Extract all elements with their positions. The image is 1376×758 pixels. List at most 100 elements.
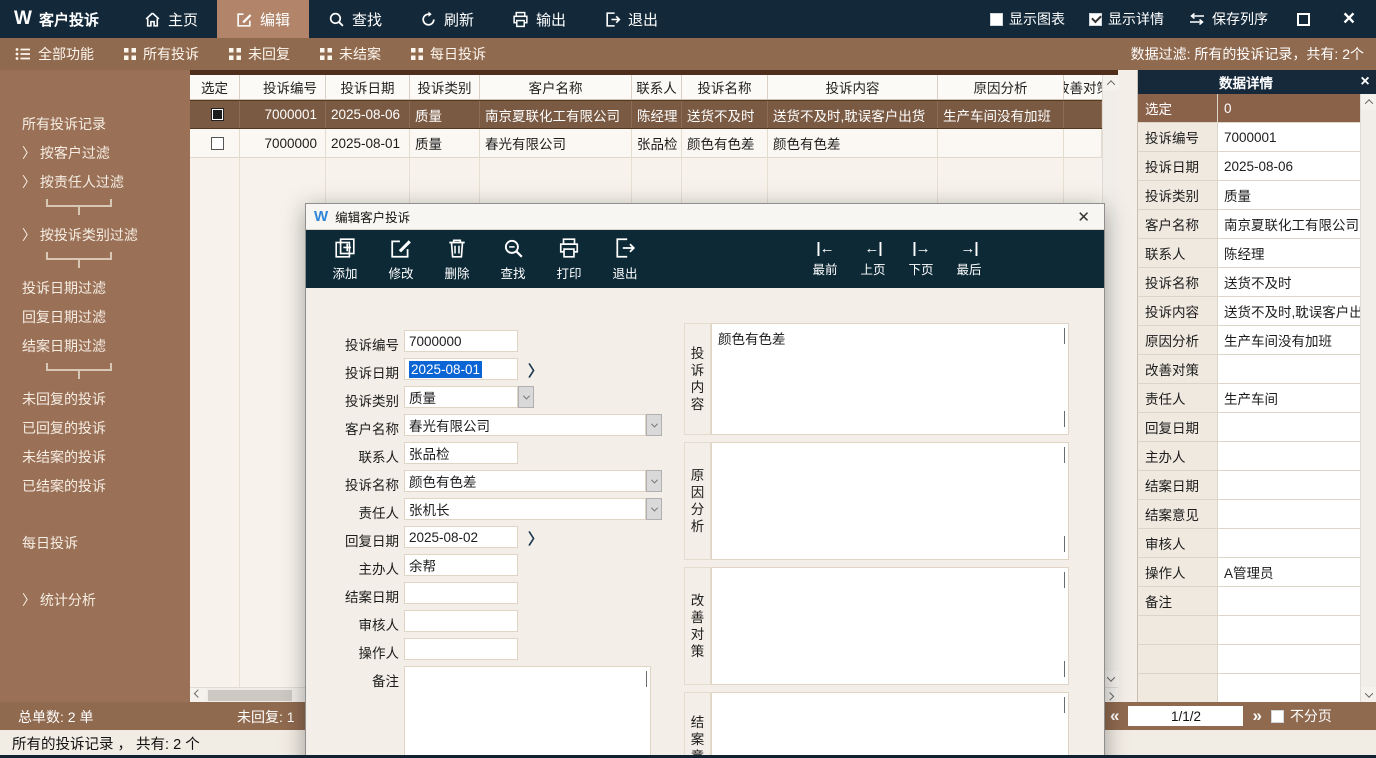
sidebar-item[interactable]: 所有投诉记录 [0, 110, 190, 139]
sidebar-item[interactable]: 投诉日期过滤 [0, 274, 190, 303]
detail-row[interactable]: 责任人 生产车间 [1138, 384, 1361, 413]
column-header[interactable]: 投诉编号 [240, 75, 326, 99]
menu-output[interactable]: 输出 [493, 0, 585, 38]
scroll-down-icon[interactable] [1064, 412, 1065, 427]
customer-name-dropdown-icon[interactable] [646, 414, 662, 436]
nav-all-functions[interactable]: 全部功能 [0, 44, 109, 64]
detail-row[interactable] [1138, 616, 1361, 645]
detail-row[interactable]: 回复日期 [1138, 413, 1361, 442]
scroll-up-icon[interactable] [1064, 329, 1065, 344]
save-column-order-button[interactable]: 保存列序 [1188, 9, 1268, 29]
column-header[interactable]: 投诉类别 [410, 75, 480, 99]
add-button[interactable]: 添加 [322, 237, 368, 282]
menu-refresh[interactable]: 刷新 [401, 0, 493, 38]
nav-unreplied[interactable]: 未回复 [214, 44, 305, 64]
row-select-checkbox[interactable] [211, 108, 224, 121]
scroll-down-icon[interactable] [1103, 671, 1119, 687]
complaint-no-input[interactable]: 7000000 [404, 330, 518, 352]
contact-input[interactable]: 张品检 [404, 442, 518, 464]
table-row[interactable]: 7000001 2025-08-06 质量 南京夏联化工有限公司 陈经理 送货不… [190, 100, 1102, 129]
detail-row[interactable]: 主办人 [1138, 442, 1361, 471]
menu-exit[interactable]: 退出 [585, 0, 677, 38]
nav-prev-button[interactable]: ←| 上页 [856, 240, 890, 278]
nav-unclosed[interactable]: 未结案 [305, 44, 396, 64]
detail-row[interactable]: 改善对策 [1138, 355, 1361, 384]
organizer-input[interactable]: 余帮 [404, 554, 518, 576]
responsible-person-input[interactable]: 张机长 [404, 498, 646, 520]
delete-button[interactable]: 删除 [434, 237, 480, 282]
detail-row[interactable]: 审核人 [1138, 529, 1361, 558]
menu-home[interactable]: 主页 [125, 0, 217, 38]
sidebar-item[interactable]: 结案日期过滤 [0, 332, 190, 361]
column-header[interactable]: 投诉日期 [326, 75, 410, 99]
nav-all-complaints[interactable]: 所有投诉 [109, 44, 214, 64]
sidebar-item[interactable]: 〉 按责任人过滤 [0, 168, 190, 197]
close-opinion-textarea[interactable] [711, 692, 1069, 758]
modify-button[interactable]: 修改 [378, 237, 424, 282]
complaint-content-textarea[interactable]: 颜色有色差 [711, 323, 1069, 435]
column-header[interactable]: 客户名称 [480, 75, 632, 99]
maximize-button[interactable] [1292, 8, 1314, 30]
sidebar-item[interactable] [0, 197, 190, 221]
column-header[interactable]: 投诉名称 [682, 75, 768, 99]
detail-row[interactable]: 联系人 陈经理 [1138, 239, 1361, 268]
scroll-up-icon[interactable] [1064, 448, 1065, 463]
improvement-textarea[interactable] [711, 567, 1069, 685]
column-header[interactable]: 原因分析 [938, 75, 1064, 99]
cause-analysis-textarea[interactable] [711, 442, 1069, 560]
detail-row[interactable]: 原因分析 生产车间没有加班 [1138, 326, 1361, 355]
detail-row[interactable]: 操作人 A管理员 [1138, 558, 1361, 587]
no-paging-toggle[interactable]: 不分页 [1271, 706, 1332, 726]
detail-close-icon[interactable]: × [1354, 73, 1376, 91]
remarks-textarea[interactable] [404, 666, 651, 758]
nav-first-button[interactable]: |← 最前 [808, 240, 842, 278]
detail-row[interactable]: 备注 [1138, 587, 1361, 616]
scroll-left-icon[interactable] [190, 688, 206, 703]
column-header[interactable]: 改善对策 [1064, 75, 1102, 99]
exit-button[interactable]: 退出 [602, 237, 648, 282]
scroll-down-icon[interactable] [1361, 687, 1376, 703]
sidebar-item[interactable]: 〉 按客户过滤 [0, 139, 190, 168]
no-paging-checkbox[interactable] [1271, 710, 1284, 723]
toggle-show-chart[interactable]: 显示图表 [990, 9, 1065, 29]
page-next-icon[interactable]: » [1252, 706, 1261, 726]
detail-row[interactable]: 投诉名称 送货不及时 [1138, 268, 1361, 297]
detail-row[interactable] [1138, 674, 1361, 703]
operator-input[interactable] [404, 638, 518, 660]
complaint-type-input[interactable]: 质量 [404, 386, 518, 408]
nav-last-button[interactable]: →| 最后 [952, 240, 986, 278]
row-select-checkbox[interactable] [211, 137, 224, 150]
show-chart-checkbox[interactable] [990, 13, 1003, 26]
detail-row[interactable]: 投诉日期 2025-08-06 [1138, 152, 1361, 181]
detail-row[interactable] [1138, 645, 1361, 674]
complaint-title-input[interactable]: 颜色有色差 [404, 470, 646, 492]
scroll-down-icon[interactable] [1064, 537, 1065, 552]
page-prev-icon[interactable]: « [1110, 706, 1119, 726]
show-detail-checkbox[interactable] [1089, 13, 1102, 26]
page-indicator[interactable]: 1/1/2 [1128, 706, 1243, 726]
detail-row[interactable]: 投诉内容 送货不及时,耽误客户出货 [1138, 297, 1361, 326]
sidebar-item[interactable]: 〉 统计分析 [0, 586, 190, 615]
reply-date-input[interactable]: 2025-08-02 [404, 526, 518, 548]
date-picker-arrow-icon[interactable]: 〉 [528, 360, 543, 381]
sidebar-item[interactable] [0, 361, 190, 385]
responsible-person-dropdown-icon[interactable] [646, 498, 662, 520]
sidebar-item[interactable] [0, 250, 190, 274]
detail-row[interactable]: 客户名称 南京夏联化工有限公司 [1138, 210, 1361, 239]
scroll-up-icon[interactable] [1064, 698, 1065, 713]
column-header[interactable]: 选定 [190, 75, 240, 99]
table-row[interactable]: 7000000 2025-08-01 质量 春光有限公司 张品检 颜色有色差 颜… [190, 129, 1102, 158]
close-button[interactable]: × [1338, 8, 1360, 30]
reviewer-input[interactable] [404, 610, 518, 632]
sidebar-item[interactable] [0, 558, 190, 586]
dialog-title-bar[interactable]: W 编辑客户投诉 ✕ [306, 204, 1104, 230]
date-picker-arrow-icon[interactable]: 〉 [528, 528, 543, 549]
detail-row[interactable]: 投诉类别 质量 [1138, 181, 1361, 210]
column-header[interactable]: 投诉内容 [768, 75, 938, 99]
scroll-up-icon[interactable] [1064, 573, 1065, 588]
scroll-up-icon[interactable] [1103, 75, 1119, 91]
sidebar-item[interactable]: 回复日期过滤 [0, 303, 190, 332]
menu-edit[interactable]: 编辑 [217, 0, 309, 38]
detail-row[interactable]: 投诉编号 7000001 [1138, 123, 1361, 152]
menu-find[interactable]: 查找 [309, 0, 401, 38]
